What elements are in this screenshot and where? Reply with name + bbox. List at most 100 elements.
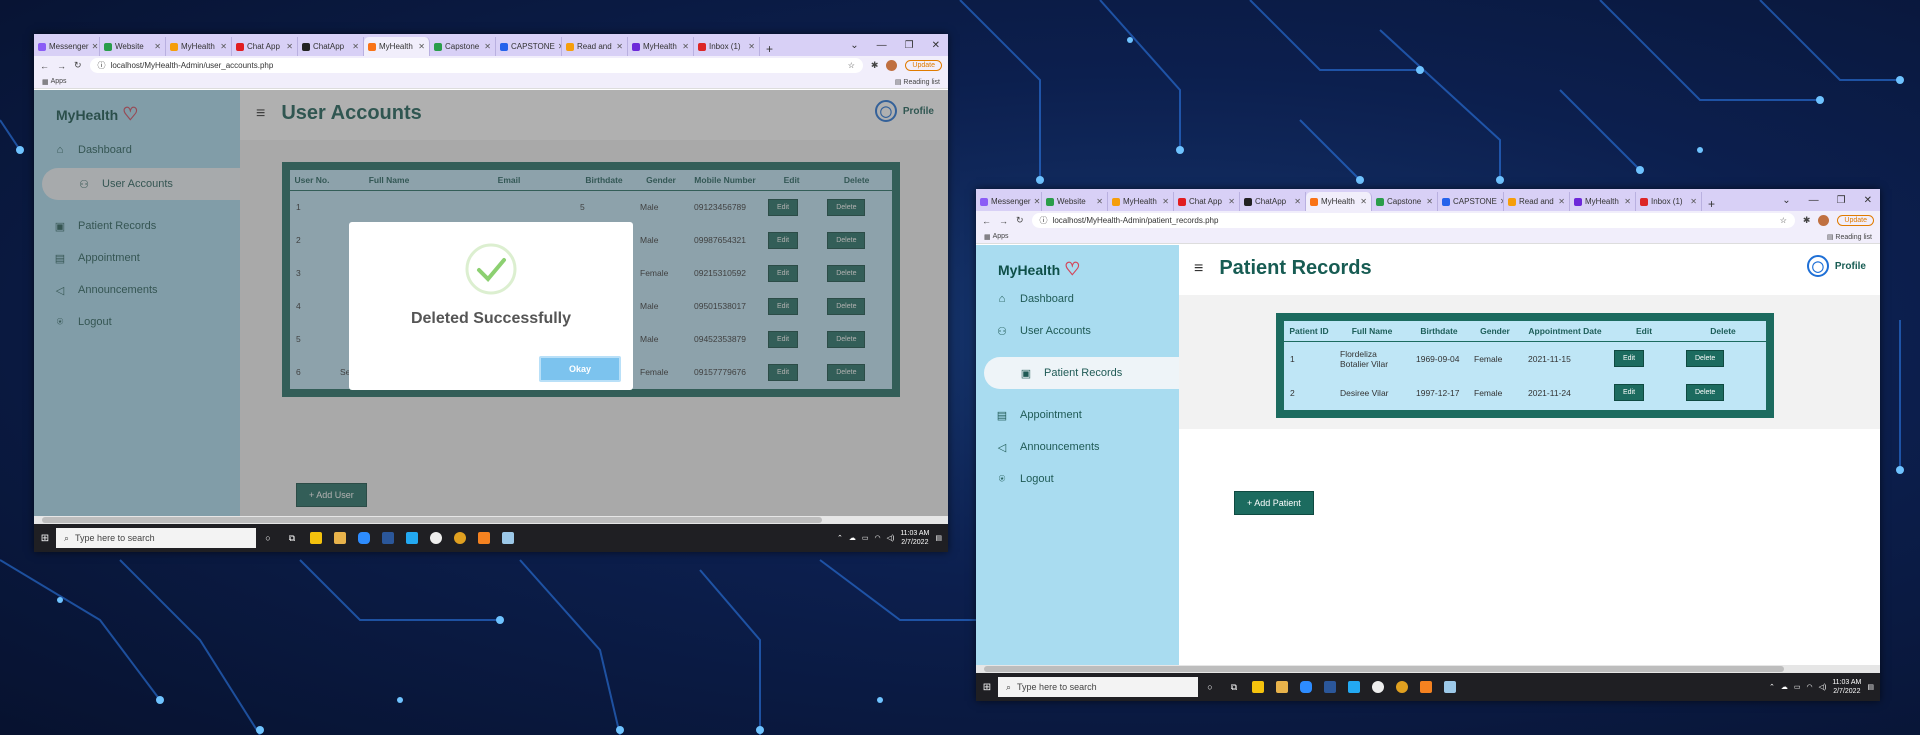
reading-list-link[interactable]: ▤ Reading list xyxy=(895,78,940,86)
close-icon[interactable]: ✕ xyxy=(748,42,755,51)
volume-icon[interactable]: ◁) xyxy=(1819,683,1827,691)
extensions-icon[interactable]: ✱ xyxy=(871,60,879,71)
onedrive-icon[interactable]: ☁ xyxy=(1781,683,1788,691)
browser-tab[interactable]: Capstone ✕ xyxy=(1372,192,1438,211)
edit-button[interactable]: Edit xyxy=(1614,384,1645,401)
delete-button[interactable]: Delete xyxy=(1686,384,1725,401)
sidebar-item-dashboard[interactable]: ⌂ Dashboard xyxy=(976,291,1179,307)
windows-start-icon[interactable]: ⊞ xyxy=(976,677,998,697)
close-icon[interactable]: ✕ xyxy=(1558,197,1565,206)
onedrive-icon[interactable]: ☁ xyxy=(849,534,856,542)
forward-icon[interactable]: → xyxy=(57,61,66,71)
notepad-icon[interactable] xyxy=(1438,677,1462,697)
xampp-icon[interactable] xyxy=(1414,677,1438,697)
close-icon[interactable]: ✕ xyxy=(418,42,425,51)
sidebar-item-logout[interactable]: ⍟ Logout xyxy=(976,471,1179,487)
xampp-icon[interactable] xyxy=(472,528,496,548)
browser-tab[interactable]: Website ✕ xyxy=(1042,192,1108,211)
browser-tab[interactable]: MyHealth ✕ xyxy=(166,37,232,56)
browser-tab[interactable]: Messenger ✕ xyxy=(34,37,100,56)
account-avatar[interactable] xyxy=(886,60,898,71)
reload-icon[interactable]: ↻ xyxy=(1016,215,1024,226)
browser-tab-active[interactable]: MyHealth ✕ xyxy=(1306,192,1372,211)
update-button[interactable]: Update xyxy=(1837,215,1874,226)
browser-tab-active[interactable]: MyHealth ✕ xyxy=(364,37,430,56)
chrome-icon[interactable] xyxy=(1390,677,1414,697)
update-button[interactable]: Update xyxy=(905,60,942,71)
window-close-icon[interactable]: ✕ xyxy=(1864,195,1872,206)
window-close-icon[interactable]: ✕ xyxy=(932,40,940,51)
file-explorer-icon[interactable] xyxy=(1270,677,1294,697)
tab-search-icon[interactable]: ⌄ xyxy=(1782,195,1790,206)
wifi-icon[interactable]: ◠ xyxy=(874,534,880,542)
zoom-icon[interactable] xyxy=(1294,677,1318,697)
back-icon[interactable]: ← xyxy=(982,216,991,226)
browser-tab[interactable]: CAPSTONE✕ xyxy=(1438,192,1504,211)
forward-icon[interactable]: → xyxy=(999,216,1008,226)
browser-tab[interactable]: MyHealth ✕ xyxy=(628,37,694,56)
file-explorer-icon[interactable] xyxy=(328,528,352,548)
sticky-notes-icon[interactable] xyxy=(304,528,328,548)
close-icon[interactable]: ✕ xyxy=(1294,197,1301,206)
battery-icon[interactable]: ▭ xyxy=(862,534,869,542)
horizontal-scrollbar[interactable] xyxy=(976,665,1880,673)
taskbar-search[interactable]: ⌕ Type here to search xyxy=(56,528,256,548)
chrome-icon[interactable] xyxy=(448,528,472,548)
zoom-icon[interactable] xyxy=(352,528,376,548)
bookmark-star-icon[interactable]: ☆ xyxy=(848,61,855,70)
notifications-icon[interactable]: ▤ xyxy=(935,534,942,542)
browser-tab[interactable]: Capstone ✕ xyxy=(430,37,496,56)
scrollbar-thumb[interactable] xyxy=(984,666,1784,672)
browser-tab[interactable]: Website ✕ xyxy=(100,37,166,56)
apps-icon[interactable]: ▦ xyxy=(984,233,993,241)
word-icon[interactable] xyxy=(376,528,400,548)
browser-tab[interactable]: Chat App ✕ xyxy=(1174,192,1240,211)
obs-icon[interactable] xyxy=(1366,677,1390,697)
battery-icon[interactable]: ▭ xyxy=(1794,683,1801,691)
browser-tab[interactable]: Read and ✕ xyxy=(1504,192,1570,211)
vscode-icon[interactable] xyxy=(1342,677,1366,697)
chevron-up-icon[interactable]: ⌃ xyxy=(1769,683,1775,691)
wifi-icon[interactable]: ◠ xyxy=(1806,683,1812,691)
apps-icon[interactable]: ▦ xyxy=(42,78,51,86)
sidebar-item-user-accounts[interactable]: ⚇ User Accounts xyxy=(976,323,1179,339)
url-field[interactable]: ⓘ localhost/MyHealth-Admin/user_accounts.… xyxy=(89,58,863,73)
browser-tab[interactable]: MyHealth ✕ xyxy=(1570,192,1636,211)
chevron-up-icon[interactable]: ⌃ xyxy=(837,534,843,542)
word-icon[interactable] xyxy=(1318,677,1342,697)
apps-link[interactable]: Apps xyxy=(993,233,1009,240)
browser-tab[interactable]: Chat App ✕ xyxy=(232,37,298,56)
extensions-icon[interactable]: ✱ xyxy=(1803,215,1811,226)
minimize-icon[interactable]: — xyxy=(877,40,887,51)
scrollbar-thumb[interactable] xyxy=(42,517,822,523)
browser-tab[interactable]: Messenger ✕ xyxy=(976,192,1042,211)
notepad-icon[interactable] xyxy=(496,528,520,548)
sidebar-item-patient-records[interactable]: ▣ Patient Records xyxy=(984,357,1179,389)
profile-menu[interactable]: ◯ Profile xyxy=(1806,255,1866,277)
browser-tab[interactable]: Read and ✕ xyxy=(562,37,628,56)
maximize-icon[interactable]: ❐ xyxy=(905,40,914,51)
cortana-icon[interactable]: ○ xyxy=(256,528,280,548)
volume-icon[interactable]: ◁) xyxy=(887,534,895,542)
browser-tab[interactable]: ChatApp ✕ xyxy=(298,37,364,56)
maximize-icon[interactable]: ❐ xyxy=(1837,195,1846,206)
vscode-icon[interactable] xyxy=(400,528,424,548)
close-icon[interactable]: ✕ xyxy=(1426,197,1433,206)
browser-tab[interactable]: Inbox (1) ✕ xyxy=(694,37,760,56)
clock[interactable]: 11:03 AM 2/7/2022 xyxy=(1832,678,1861,696)
horizontal-scrollbar[interactable] xyxy=(34,516,948,524)
close-icon[interactable]: ✕ xyxy=(1096,197,1103,206)
close-icon[interactable]: ✕ xyxy=(484,42,491,51)
browser-tab[interactable]: MyHealth ✕ xyxy=(1108,192,1174,211)
browser-tab[interactable]: Inbox (1) ✕ xyxy=(1636,192,1702,211)
windows-start-icon[interactable]: ⊞ xyxy=(34,528,56,548)
close-icon[interactable]: ✕ xyxy=(92,42,99,51)
edit-button[interactable]: Edit xyxy=(1614,350,1645,368)
clock[interactable]: 11:03 AM 2/7/2022 xyxy=(900,529,929,547)
menu-icon[interactable]: ≡ xyxy=(1194,260,1203,278)
close-icon[interactable]: ✕ xyxy=(1034,197,1041,206)
sticky-notes-icon[interactable] xyxy=(1246,677,1270,697)
add-patient-button[interactable]: + Add Patient xyxy=(1234,491,1314,515)
notifications-icon[interactable]: ▤ xyxy=(1867,683,1874,691)
okay-button[interactable]: Okay xyxy=(538,356,621,382)
